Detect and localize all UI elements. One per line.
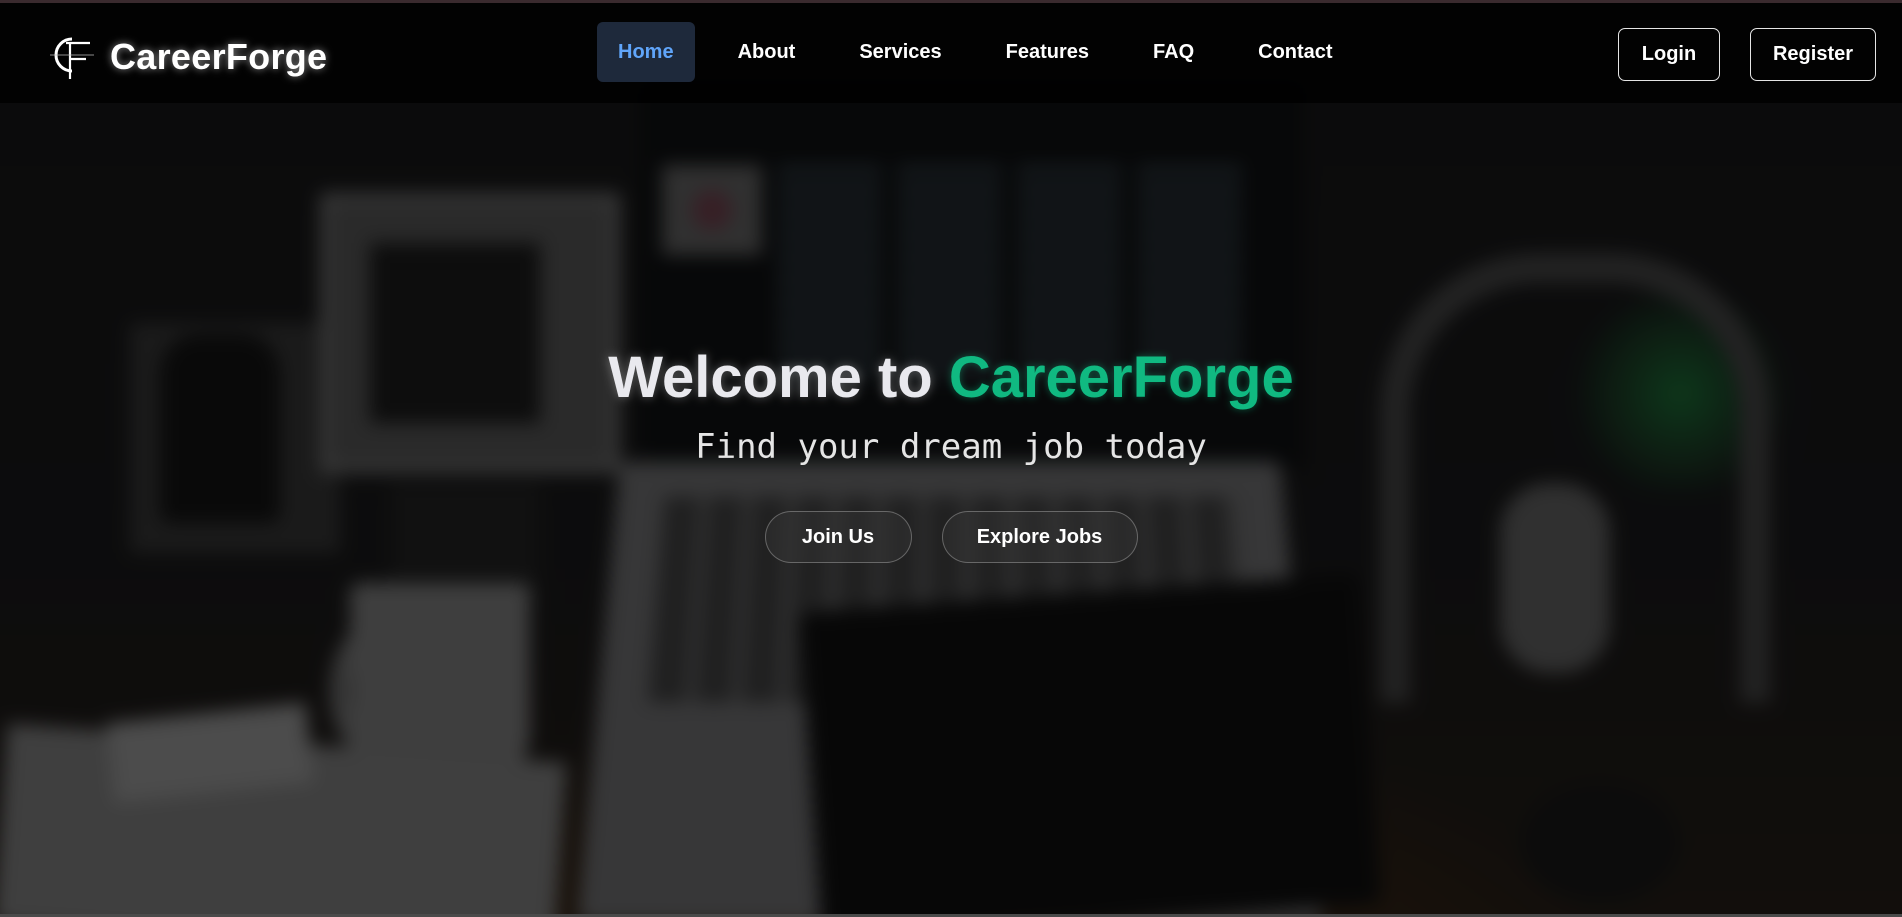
navbar: CareerForge Home About Services Features… <box>0 3 1902 103</box>
page: CareerForge Home About Services Features… <box>0 0 1902 917</box>
hero-actions: Join Us Explore Jobs <box>0 511 1902 563</box>
hero-title-prefix: Welcome to <box>608 345 949 410</box>
cf-monogram-icon <box>42 29 98 85</box>
nav-contact[interactable]: Contact <box>1237 22 1353 82</box>
hero-title-accent: CareerForge <box>948 345 1294 410</box>
auth-buttons: Login Register <box>1618 28 1876 81</box>
hero-title: Welcome to CareerForge <box>0 333 1902 423</box>
hero-subtitle: Find your dream job today <box>695 427 1207 467</box>
explore-jobs-button[interactable]: Explore Jobs <box>941 511 1138 563</box>
login-button[interactable]: Login <box>1618 28 1720 81</box>
brand-name: CareerForge <box>110 36 328 77</box>
register-button[interactable]: Register <box>1750 28 1876 81</box>
nav-features[interactable]: Features <box>985 22 1110 82</box>
nav-about[interactable]: About <box>717 22 817 82</box>
nav-menu: Home About Services Features FAQ Contact <box>597 22 1376 82</box>
nav-faq[interactable]: FAQ <box>1132 22 1215 82</box>
hero-section: Welcome to CareerForge Find your dream j… <box>0 333 1902 563</box>
brand-link[interactable]: CareerForge <box>42 27 327 87</box>
join-us-button[interactable]: Join Us <box>764 511 912 563</box>
nav-home[interactable]: Home <box>597 22 695 82</box>
nav-services[interactable]: Services <box>838 22 962 82</box>
